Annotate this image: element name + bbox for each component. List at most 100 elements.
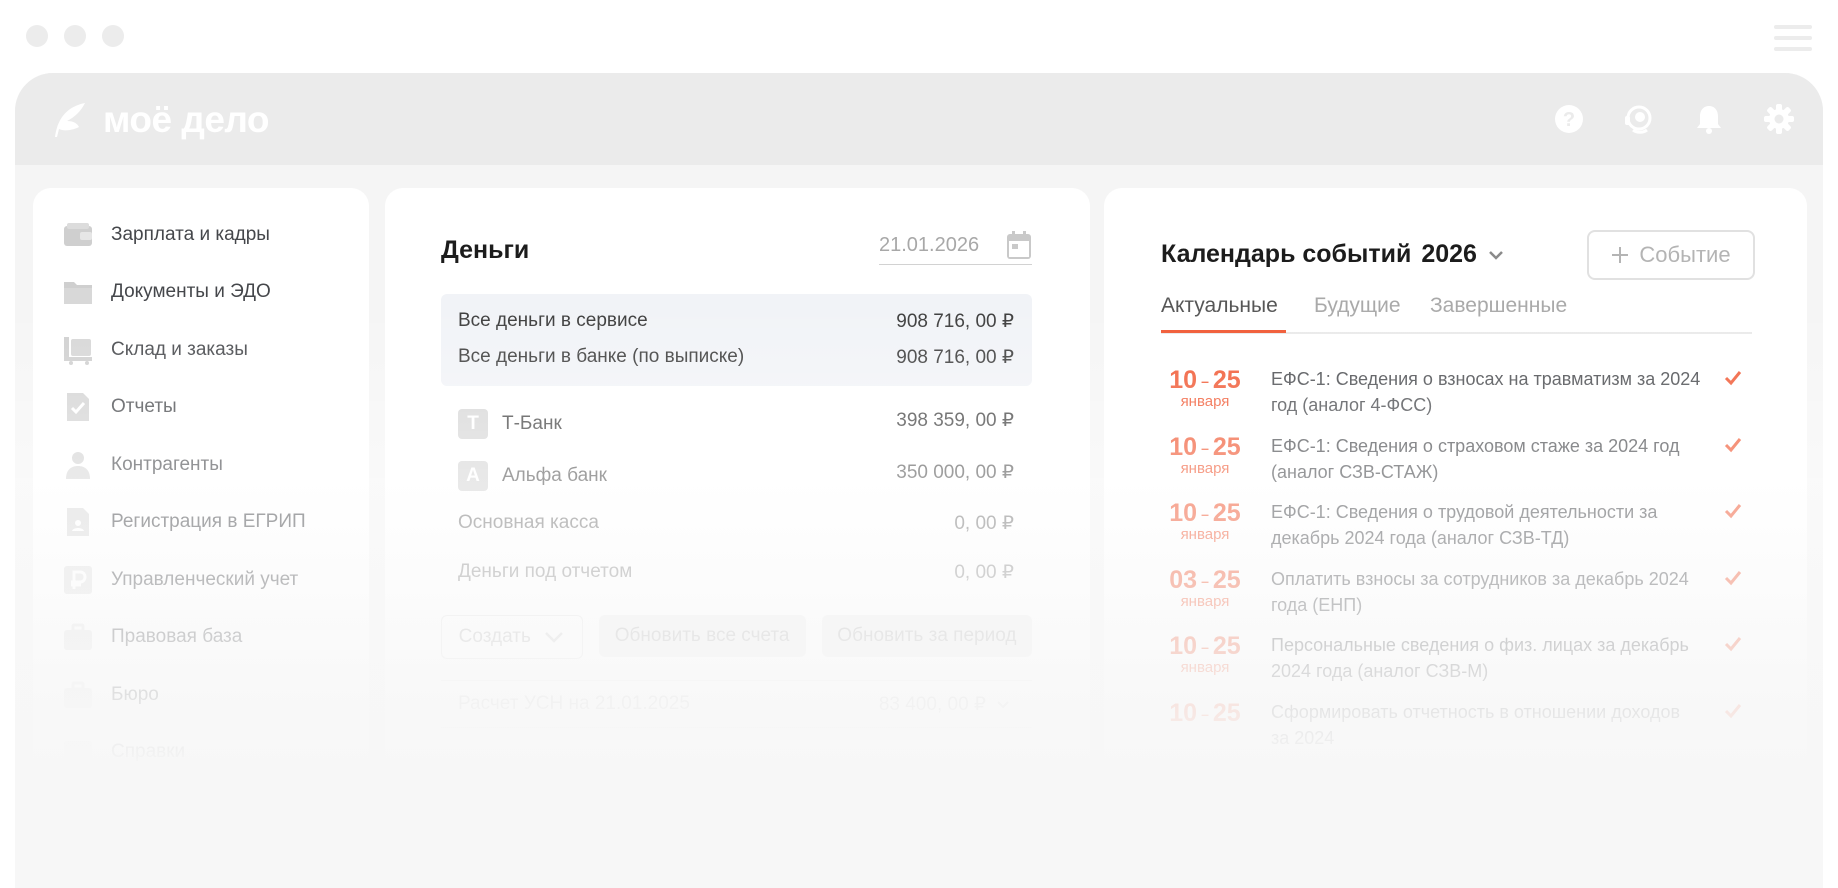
registration-icon: [67, 508, 89, 537]
event-text: ЕФС-1: Сведения о взносах на травматизм …: [1271, 369, 1701, 415]
account-value: 0, 00 ₽: [954, 562, 1014, 583]
account-row-alfa[interactable]: А Альфа банк 350 000, 00 ₽: [441, 447, 1032, 497]
event-date-to: 25: [1212, 698, 1241, 727]
total-row: Все деньги в сервисе 908 716, 00 ₽: [458, 310, 1014, 333]
event-item[interactable]: 10–25 января ЕФС-1: Сведения о страховом…: [1161, 433, 1752, 500]
plus-icon: [1612, 247, 1629, 263]
event-text: ЕФС-1: Сведения о страховом стаже за 202…: [1271, 435, 1680, 482]
chevron-down-icon[interactable]: [996, 700, 1010, 710]
sidebar: Зарплата и кадры Документы и ЭДО Склад и…: [33, 188, 369, 888]
check-icon[interactable]: [1723, 634, 1743, 654]
events-list: 10–25 января ЕФС-1: Сведения о взносах н…: [1161, 366, 1752, 765]
account-value: 0, 00 ₽: [954, 513, 1014, 534]
total-row: Все деньги в банке (по выписке) 908 716,…: [458, 346, 1014, 369]
person-icon: [66, 451, 90, 479]
event-date-to: 25: [1212, 632, 1241, 660]
account-row-cash[interactable]: Основная касса 0, 00 ₽: [441, 498, 1032, 548]
hamburger-menu-icon[interactable]: [1774, 25, 1812, 58]
alfabank-logo-icon: А: [458, 461, 488, 491]
event-dates: 10–25: [1169, 698, 1241, 727]
total-label: Все деньги в сервисе: [458, 310, 648, 331]
money-panel: Деньги 21.01.2026 Все деньги в сервисе 9…: [385, 188, 1090, 888]
sidebar-item-reports[interactable]: Отчеты: [63, 379, 369, 437]
tab-completed[interactable]: Завершенные: [1430, 294, 1567, 318]
question-icon[interactable]: ?: [1553, 103, 1585, 135]
sidebar-item-label: Склад и заказы: [111, 338, 248, 360]
sidebar-item-counterparties[interactable]: Контрагенты: [63, 436, 369, 494]
event-item[interactable]: 10–25 января ЕФС-1: Сведения о взносах н…: [1161, 366, 1752, 433]
top-bar: моё дело ?: [15, 73, 1823, 165]
tab-upcoming[interactable]: Будущие: [1314, 294, 1401, 318]
sidebar-item-label: Документы и ЭДО: [111, 281, 271, 303]
logo[interactable]: моё дело: [51, 99, 270, 141]
event-dates: 10–25 января: [1163, 632, 1247, 676]
tab-current[interactable]: Актуальные: [1161, 294, 1278, 318]
active-tab-indicator: [1161, 330, 1286, 333]
sidebar-item-management[interactable]: Управленческий учет: [63, 551, 369, 609]
sidebar-item-salary[interactable]: Зарплата и кадры: [63, 206, 369, 264]
money-totals: Все деньги в сервисе 908 716, 00 ₽ Все д…: [441, 294, 1032, 386]
bell-icon[interactable]: [1693, 103, 1725, 135]
window-dot[interactable]: [102, 25, 124, 47]
calendar-icon[interactable]: [1006, 230, 1032, 260]
check-icon[interactable]: [1723, 368, 1743, 388]
money-title: Деньги: [441, 236, 530, 264]
cart-icon: [64, 336, 92, 365]
event-date-from: 03: [1169, 565, 1198, 594]
sidebar-item-documents[interactable]: Документы и ЭДО: [63, 264, 369, 322]
account-label: Альфа банк: [502, 465, 607, 486]
event-dates: 03–25 января: [1163, 566, 1247, 610]
calendar-header: Календарь событий 2026: [1161, 240, 1505, 269]
event-dates: 10–25 января: [1163, 433, 1247, 477]
gear-icon[interactable]: [1763, 103, 1795, 135]
add-event-button[interactable]: Событие: [1587, 230, 1755, 280]
usn-value: 83 400, 00 ₽: [878, 694, 986, 715]
usn-label: Расчет УСН на 21.01.2025: [458, 693, 690, 714]
total-value: 908 716, 00 ₽: [896, 347, 1014, 368]
check-icon[interactable]: [1723, 435, 1743, 455]
sidebar-item-label: Правовая база: [111, 626, 243, 648]
check-icon[interactable]: [1723, 568, 1743, 588]
account-row-tbank[interactable]: Т Т-Банк 398 359, 00 ₽: [441, 395, 1032, 445]
sidebar-item-warehouse[interactable]: Склад и заказы: [63, 321, 369, 379]
svg-text:?: ?: [1563, 109, 1575, 131]
sidebar-item-label: Управленческий учет: [111, 568, 299, 590]
event-month: января: [1180, 526, 1230, 543]
usn-calculation-row[interactable]: Расчет УСН на 21.01.2025 83 400, 00 ₽: [441, 680, 1032, 728]
event-item[interactable]: 10–25 января Персональные сведения о физ…: [1161, 632, 1752, 699]
sidebar-item-label: Справки: [111, 741, 186, 763]
window-dot[interactable]: [64, 25, 86, 47]
event-date-to: 25: [1212, 565, 1241, 594]
refresh-all-accounts-button[interactable]: Обновить все счета: [598, 615, 806, 657]
account-label: Деньги под отчетом: [458, 561, 633, 582]
check-icon[interactable]: [1723, 501, 1743, 521]
event-dates: 10–25 января: [1163, 499, 1247, 543]
chevron-down-icon[interactable]: [1487, 249, 1505, 261]
account-label: Основная касса: [458, 512, 599, 533]
briefcase-icon: [64, 681, 92, 708]
logo-text: моё дело: [103, 99, 270, 140]
calendar-year[interactable]: 2026: [1421, 240, 1477, 269]
chevron-down-icon: [544, 632, 563, 643]
sidebar-item-registration[interactable]: Регистрация в ЕГРИП: [63, 494, 369, 552]
sidebar-item-certificates[interactable]: Справки: [63, 724, 369, 782]
event-item[interactable]: 10–25 января ЕФС-1: Сведения о трудовой …: [1161, 499, 1752, 566]
window-dot[interactable]: [26, 25, 48, 47]
sidebar-item-bureau[interactable]: Бюро: [63, 666, 369, 724]
date-picker[interactable]: 21.01.2026: [879, 230, 1032, 265]
event-item[interactable]: 03–25 января Оплатить взносы за сотрудни…: [1161, 566, 1752, 633]
refresh-period-button[interactable]: Обновить за период: [821, 615, 1032, 657]
create-dropdown-button[interactable]: Создать: [441, 615, 583, 659]
event-dates: 10–25 января: [1163, 366, 1247, 410]
account-label: Т-Банк: [502, 413, 562, 434]
account-row-imprest[interactable]: Деньги под отчетом 0, 00 ₽: [441, 547, 1032, 597]
sidebar-item-label: Регистрация в ЕГРИП: [111, 511, 306, 533]
event-item[interactable]: 10–25 Сформировать отчетность в отношени…: [1161, 699, 1752, 766]
event-text: Оплатить взносы за сотрудников за декабр…: [1271, 568, 1689, 615]
check-icon[interactable]: [1723, 701, 1743, 721]
support-icon[interactable]: [1623, 103, 1655, 135]
calendar-title: Календарь событий: [1161, 240, 1412, 268]
event-month: января: [1180, 393, 1230, 410]
event-date-from: 10: [1169, 698, 1198, 727]
sidebar-item-legal[interactable]: Правовая база: [63, 609, 369, 667]
